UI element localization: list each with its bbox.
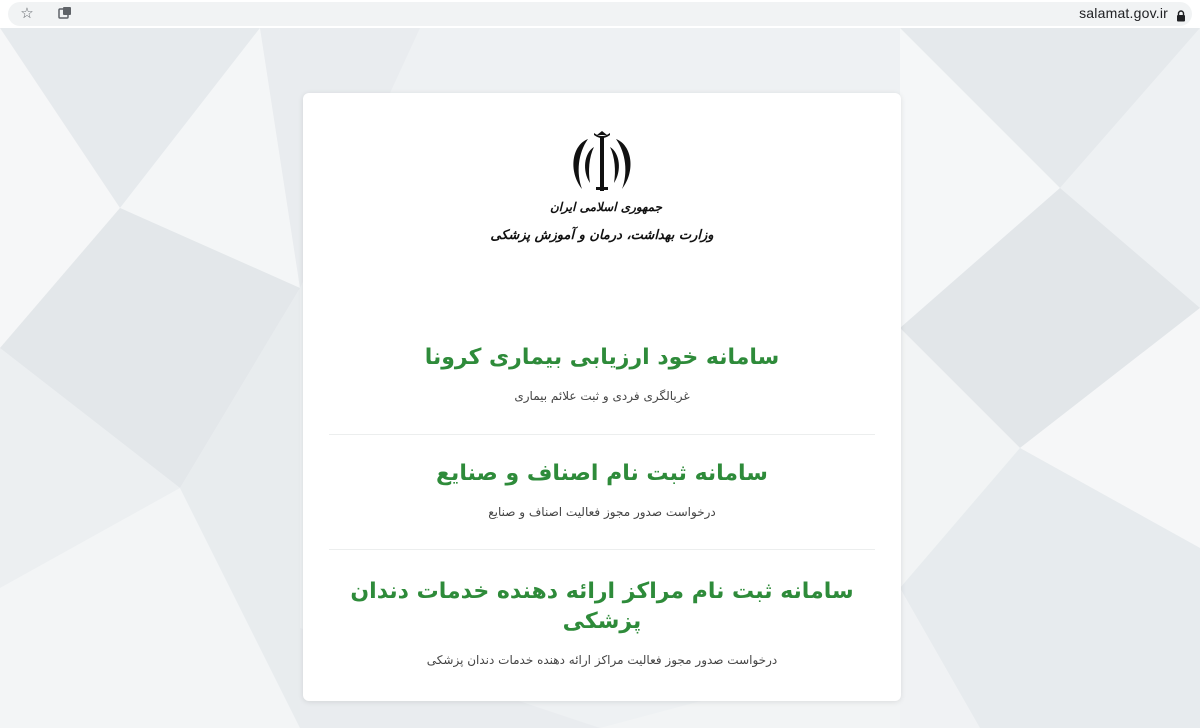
service-corona-self-assessment[interactable]: سامانه خود ارزیابی بیماری کرونا غربالگری… [329,343,875,404]
service-guilds-registration[interactable]: سامانه ثبت نام اصناف و صنایع درخواست صدو… [329,459,875,520]
ministry-name: وزارت بهداشت، درمان و آموزش پزشکی [490,228,714,243]
divider [329,549,875,550]
service-description: درخواست صدور مجوز فعالیت مراکز ارائه دهن… [426,653,778,667]
service-title[interactable]: سامانه ثبت نام مراکز ارائه دهنده خدمات د… [329,577,875,637]
services-card: جمهوری اسلامی ایران وزارت بهداشت، درمان … [303,93,901,701]
extension-icon[interactable] [56,4,74,22]
url-text[interactable]: salamat.gov.ir [1079,5,1168,21]
service-title[interactable]: سامانه ثبت نام اصناف و صنایع [329,459,875,489]
service-dental-centers-registration[interactable]: سامانه ثبت نام مراکز ارائه دهنده خدمات د… [329,577,875,668]
iran-emblem-icon [573,131,631,191]
star-icon[interactable]: ☆ [18,4,36,22]
lock-icon[interactable] [1176,7,1186,22]
divider [329,434,875,435]
country-name: جمهوری اسلامی ایران [549,200,663,214]
address-bar[interactable] [8,2,1192,26]
browser-toolbar: ☆ salamat.gov.ir [0,0,1200,28]
service-title[interactable]: سامانه خود ارزیابی بیماری کرونا [329,343,875,373]
service-description: غربالگری فردی و ثبت علائم بیماری [514,389,690,403]
service-description: درخواست صدور مجوز فعالیت اصناف و صنایع [488,505,716,519]
